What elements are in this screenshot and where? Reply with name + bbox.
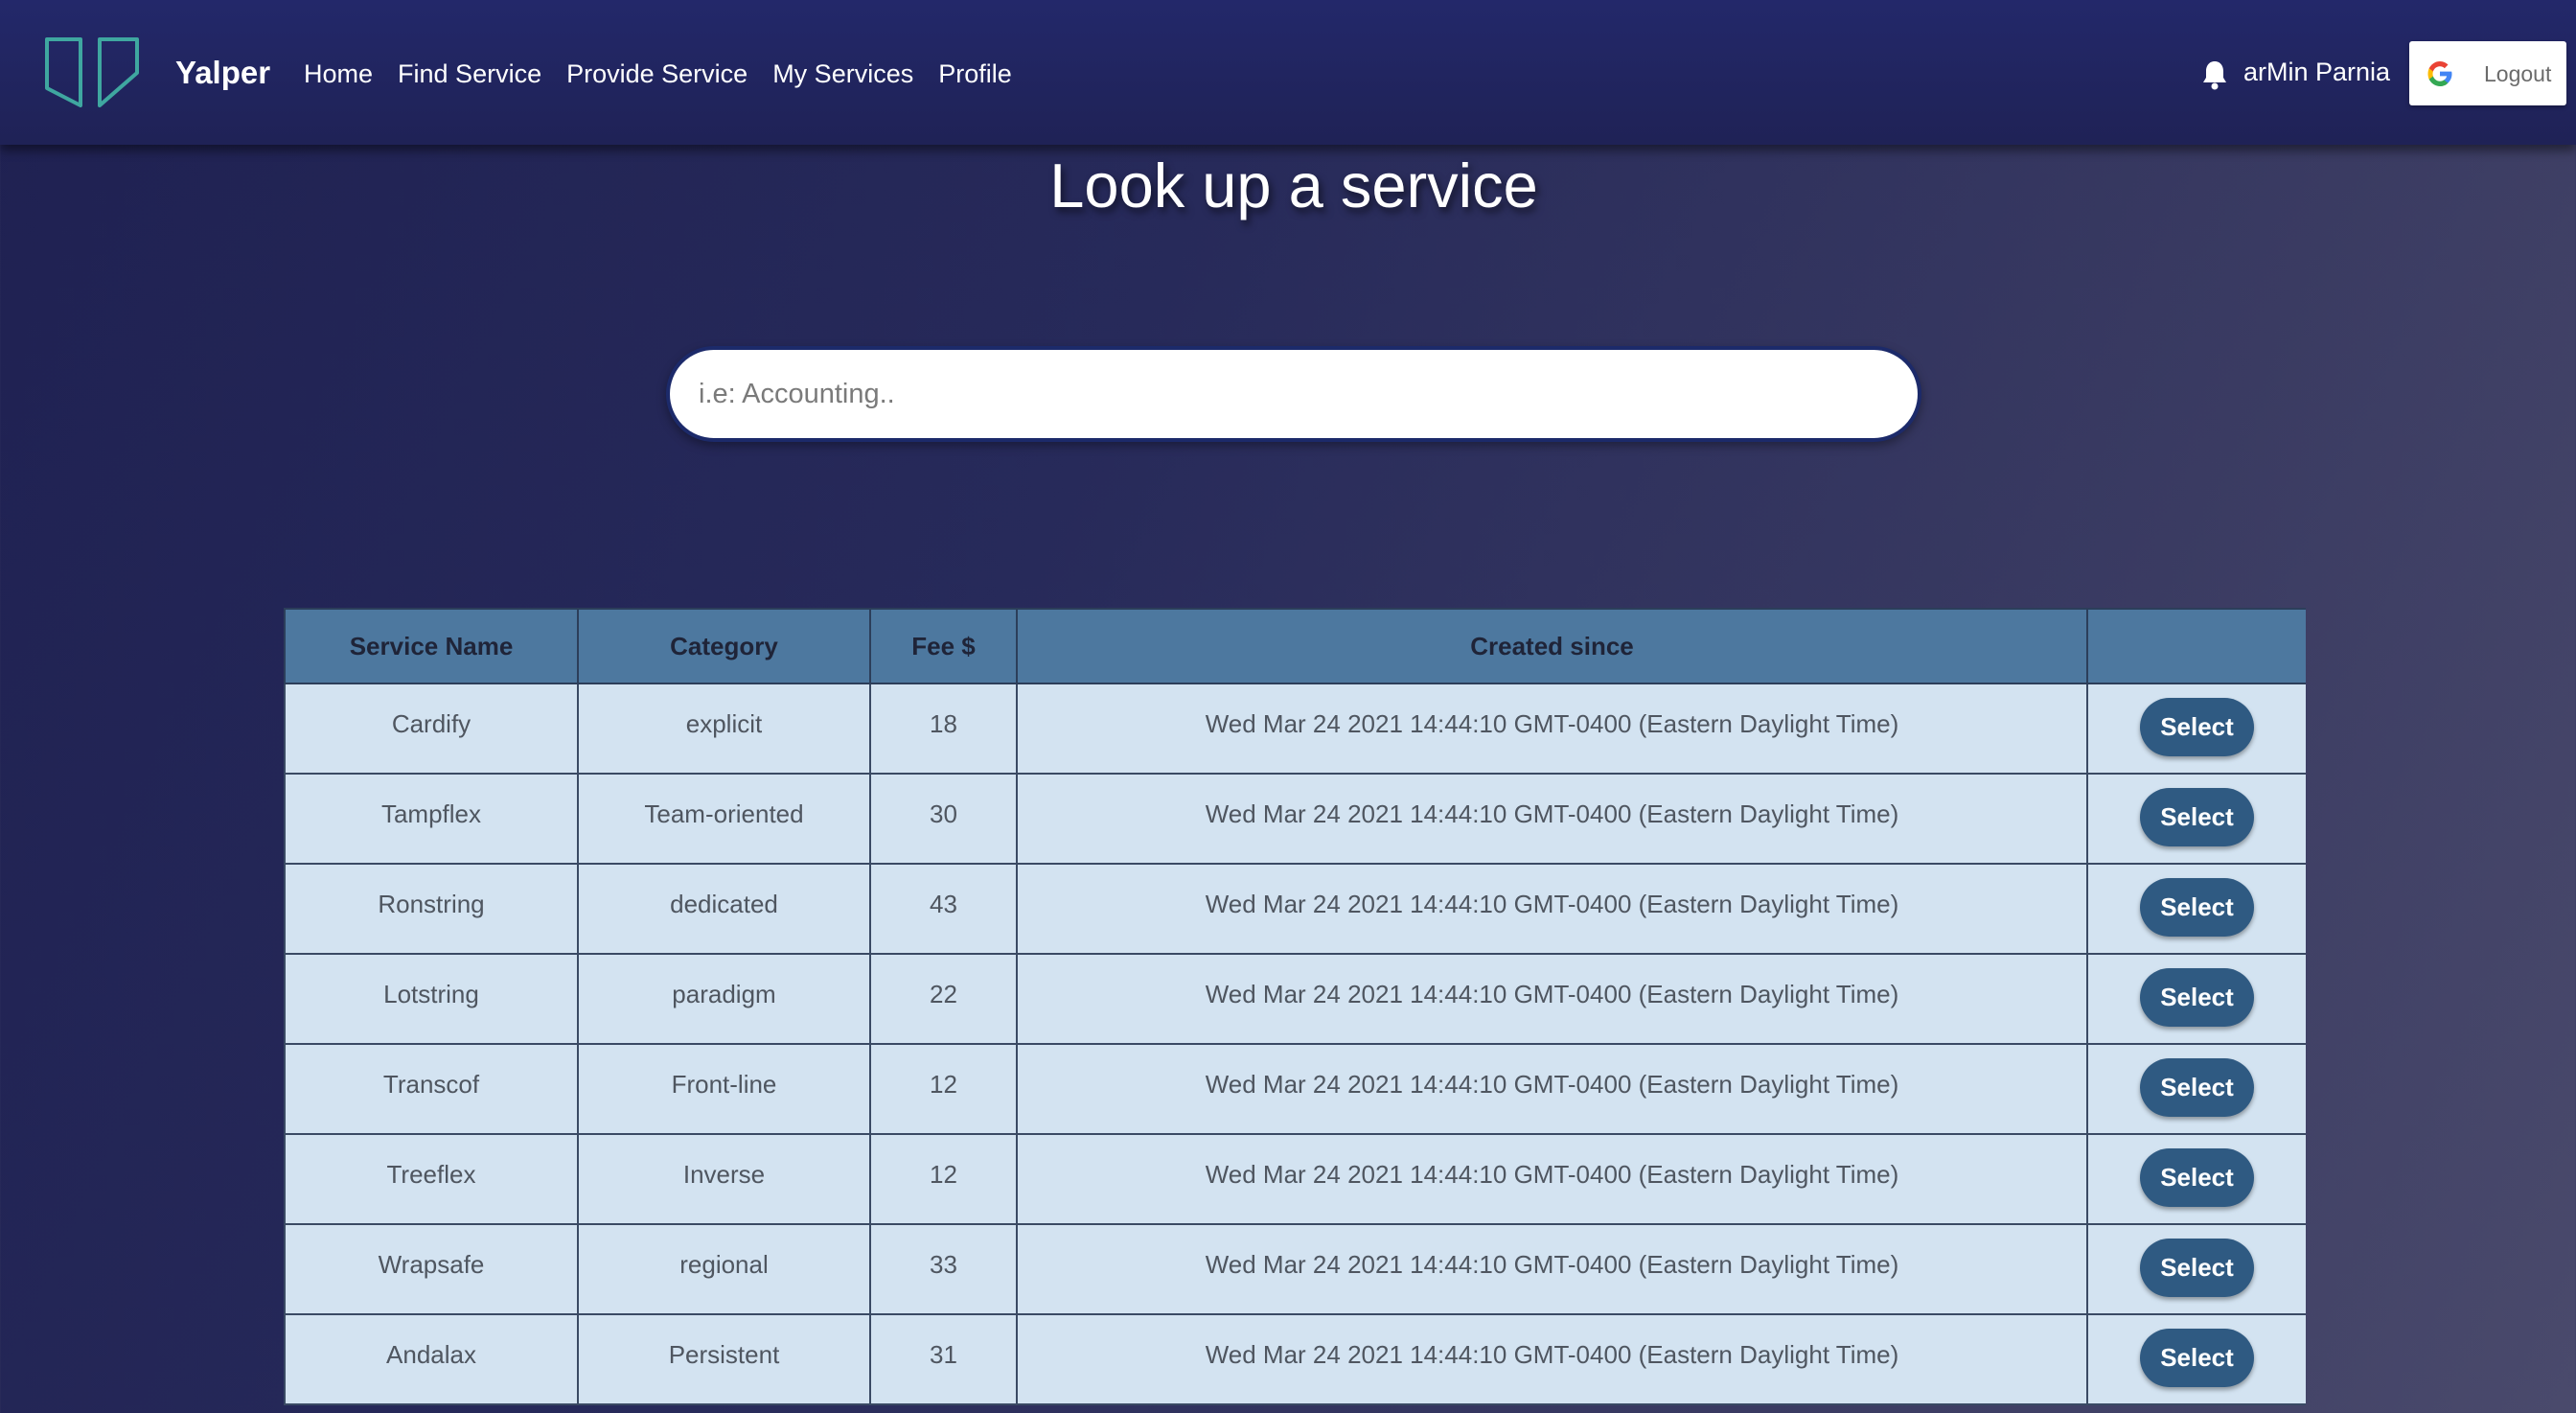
cell-created-since: Wed Mar 24 2021 14:44:10 GMT-0400 (Easte… (1016, 1043, 2088, 1135)
nav-link-my-services[interactable]: My Services (772, 56, 913, 92)
cell-created-since: Wed Mar 24 2021 14:44:10 GMT-0400 (Easte… (1016, 953, 2088, 1045)
table-row: Cardify explicit 18 Wed Mar 24 2021 14:4… (284, 683, 2306, 775)
cell-fee: 30 (869, 773, 1018, 865)
cell-category: Persistent (577, 1313, 871, 1405)
user-name: arMin Parnia (2243, 58, 2391, 86)
table-row: Wrapsafe regional 33 Wed Mar 24 2021 14:… (284, 1223, 2306, 1315)
nav-link-home[interactable]: Home (304, 56, 373, 92)
cell-action: Select (2086, 1133, 2306, 1225)
select-button[interactable]: Select (2140, 788, 2254, 846)
column-header-action (2086, 608, 2306, 684)
cell-fee: 12 (869, 1043, 1018, 1135)
nav-link-provide-service[interactable]: Provide Service (566, 56, 748, 92)
cell-service-name: Cardify (284, 683, 579, 775)
cell-fee: 43 (869, 863, 1018, 955)
table-header-row: Service Name Category Fee $ Created sinc… (284, 608, 2306, 684)
cell-action: Select (2086, 1043, 2306, 1135)
cell-action: Select (2086, 953, 2306, 1045)
main-nav: Home Find Service Provide Service My Ser… (304, 56, 1012, 92)
table-row: Treeflex Inverse 12 Wed Mar 24 2021 14:4… (284, 1133, 2306, 1225)
cell-action: Select (2086, 683, 2306, 775)
cell-service-name: Andalax (284, 1313, 579, 1405)
cell-category: paradigm (577, 953, 871, 1045)
nav-link-find-service[interactable]: Find Service (398, 56, 541, 92)
table-row: Lotstring paradigm 22 Wed Mar 24 2021 14… (284, 953, 2306, 1045)
cell-created-since: Wed Mar 24 2021 14:44:10 GMT-0400 (Easte… (1016, 1313, 2088, 1405)
top-navbar: Yalper Home Find Service Provide Service… (0, 0, 2576, 145)
service-search-input[interactable] (666, 346, 1921, 442)
cell-category: Team-oriented (577, 773, 871, 865)
select-button[interactable]: Select (2140, 1058, 2254, 1117)
select-button[interactable]: Select (2140, 1148, 2254, 1207)
cell-action: Select (2086, 1313, 2306, 1405)
cell-service-name: Lotstring (284, 953, 579, 1045)
table-row: Andalax Persistent 31 Wed Mar 24 2021 14… (284, 1313, 2306, 1405)
google-icon (2427, 61, 2452, 86)
cell-category: regional (577, 1223, 871, 1315)
cell-fee: 33 (869, 1223, 1018, 1315)
cell-service-name: Tampflex (284, 773, 579, 865)
cell-created-since: Wed Mar 24 2021 14:44:10 GMT-0400 (Easte… (1016, 1223, 2088, 1315)
select-button[interactable]: Select (2140, 698, 2254, 756)
cell-action: Select (2086, 863, 2306, 955)
cell-created-since: Wed Mar 24 2021 14:44:10 GMT-0400 (Easte… (1016, 1133, 2088, 1225)
cell-action: Select (2086, 1223, 2306, 1315)
nav-link-profile[interactable]: Profile (938, 56, 1012, 92)
services-table-container: Service Name Category Fee $ Created sinc… (284, 608, 2306, 1413)
page-title: Look up a service (1049, 151, 1538, 220)
cell-category: dedicated (577, 863, 871, 955)
cell-category: Front-line (577, 1043, 871, 1135)
cell-category: explicit (577, 683, 871, 775)
column-header-service-name[interactable]: Service Name (284, 608, 579, 684)
logout-button[interactable]: Logout (2409, 41, 2566, 105)
table-row: Transcof Front-line 12 Wed Mar 24 2021 1… (284, 1043, 2306, 1135)
cell-service-name: Wrapsafe (284, 1223, 579, 1315)
cell-action: Select (2086, 773, 2306, 865)
cell-created-since: Wed Mar 24 2021 14:44:10 GMT-0400 (Easte… (1016, 863, 2088, 955)
brand-name[interactable]: Yalper (175, 54, 270, 92)
cell-service-name: Ronstring (284, 863, 579, 955)
select-button[interactable]: Select (2140, 1239, 2254, 1297)
cell-service-name: Transcof (284, 1043, 579, 1135)
cell-created-since: Wed Mar 24 2021 14:44:10 GMT-0400 (Easte… (1016, 683, 2088, 775)
column-header-category[interactable]: Category (577, 608, 871, 684)
cell-fee: 31 (869, 1313, 1018, 1405)
table-row: Tampflex Team-oriented 30 Wed Mar 24 202… (284, 773, 2306, 865)
table-row: Ronstring dedicated 43 Wed Mar 24 2021 1… (284, 863, 2306, 955)
select-button[interactable]: Select (2140, 878, 2254, 937)
logout-label: Logout (2484, 61, 2552, 86)
cell-fee: 18 (869, 683, 1018, 775)
column-header-fee[interactable]: Fee $ (869, 608, 1018, 684)
cell-service-name: Treeflex (284, 1133, 579, 1225)
cell-fee: 22 (869, 953, 1018, 1045)
cell-fee: 12 (869, 1133, 1018, 1225)
select-button[interactable]: Select (2140, 968, 2254, 1027)
bell-icon[interactable] (2200, 59, 2229, 90)
yalper-logo-icon[interactable] (44, 36, 140, 107)
services-table: Service Name Category Fee $ Created sinc… (284, 608, 2306, 1405)
cell-created-since: Wed Mar 24 2021 14:44:10 GMT-0400 (Easte… (1016, 773, 2088, 865)
select-button[interactable]: Select (2140, 1329, 2254, 1387)
column-header-created-since[interactable]: Created since (1016, 608, 2088, 684)
cell-category: Inverse (577, 1133, 871, 1225)
